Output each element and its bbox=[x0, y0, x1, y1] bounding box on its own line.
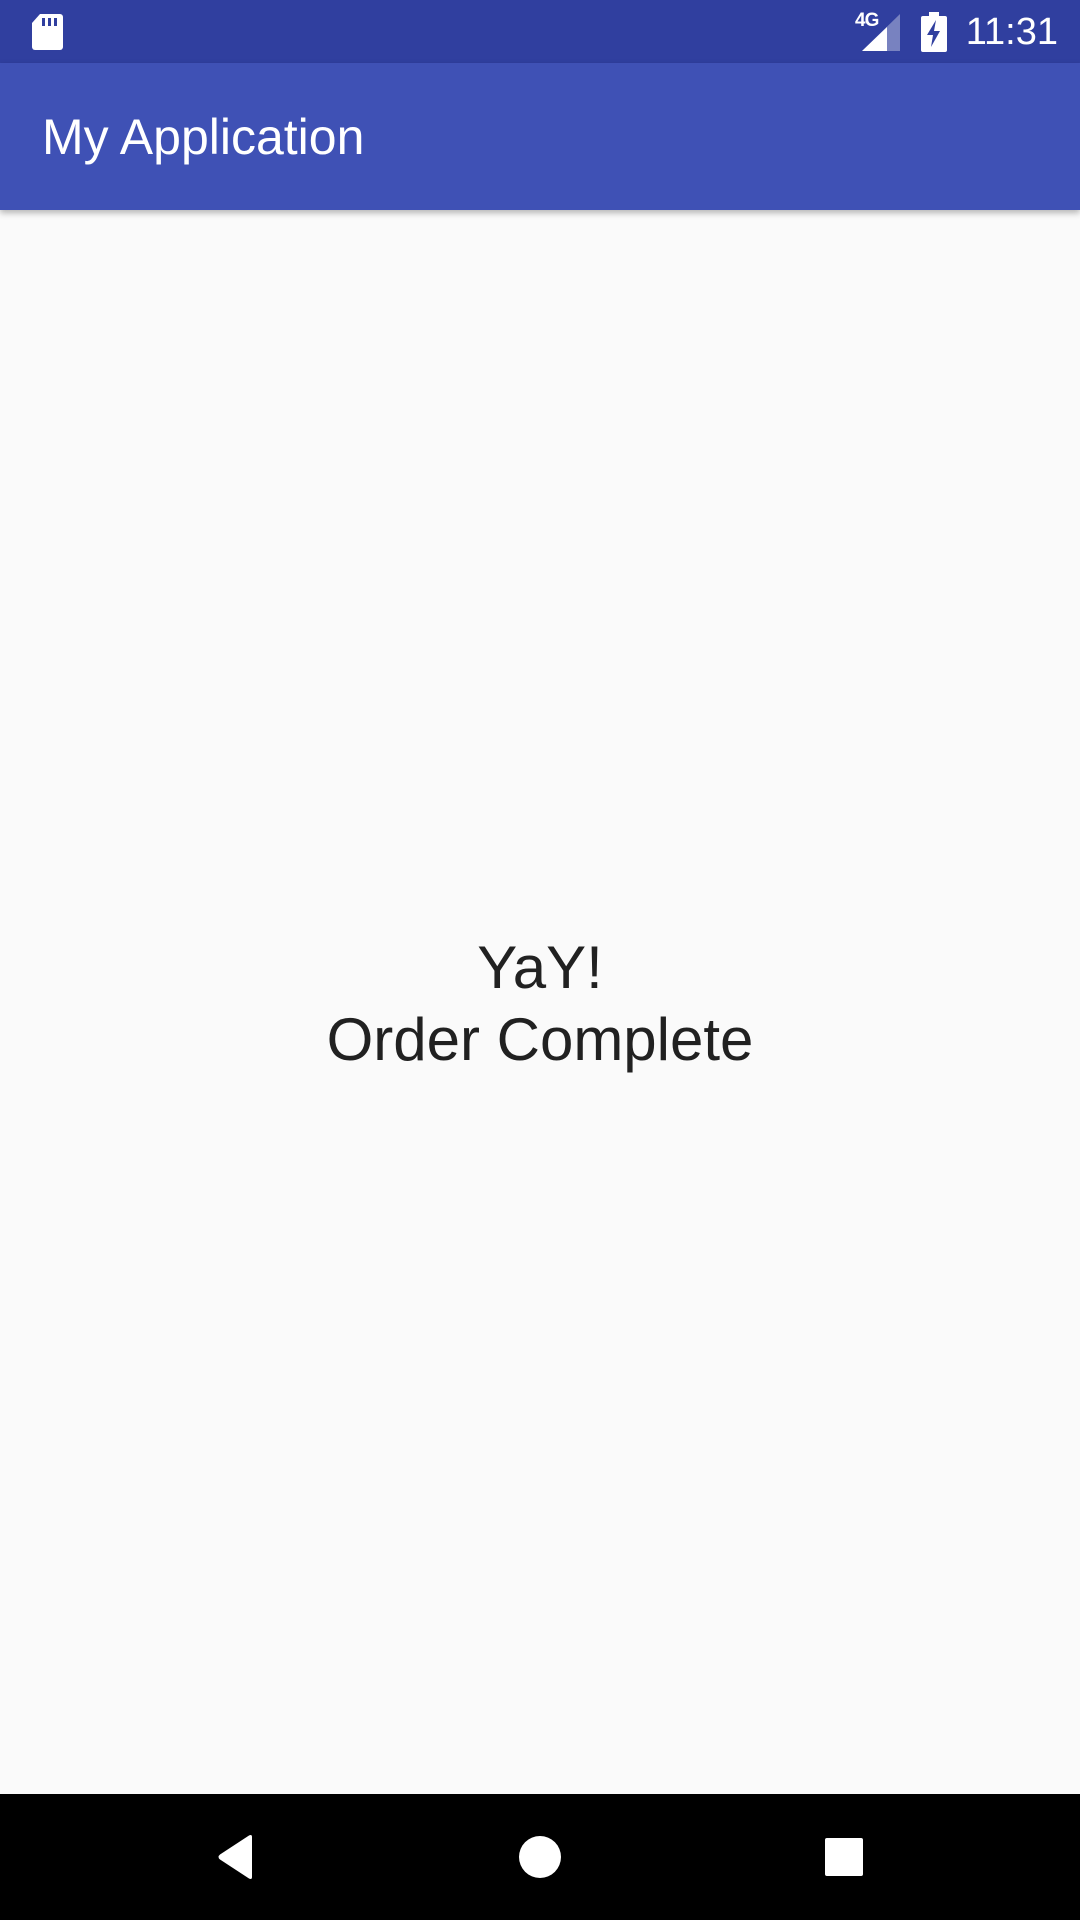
navigation-bar bbox=[0, 1794, 1080, 1920]
app-bar: My Application bbox=[0, 63, 1080, 210]
screen: 4G 11:31 My Application YaY! Order Compl… bbox=[0, 0, 1080, 1920]
recents-icon bbox=[825, 1838, 863, 1876]
app-title: My Application bbox=[42, 109, 365, 165]
back-icon bbox=[218, 1835, 252, 1879]
back-button[interactable] bbox=[176, 1794, 296, 1920]
message-line-1: YaY! bbox=[477, 934, 603, 1001]
recents-button[interactable] bbox=[784, 1794, 904, 1920]
order-confirmation-message: YaY! Order Complete bbox=[0, 932, 1080, 1076]
status-clock: 11:31 bbox=[965, 11, 1058, 53]
home-button[interactable] bbox=[480, 1794, 600, 1920]
signal-icon bbox=[862, 14, 900, 51]
battery-charging-icon bbox=[921, 12, 947, 52]
content-area: YaY! Order Complete bbox=[0, 210, 1080, 1794]
message-line-2: Order Complete bbox=[326, 1006, 754, 1073]
sd-card-icon bbox=[32, 14, 63, 50]
status-bar: 4G 11:31 bbox=[0, 0, 1080, 63]
home-icon bbox=[519, 1836, 561, 1878]
